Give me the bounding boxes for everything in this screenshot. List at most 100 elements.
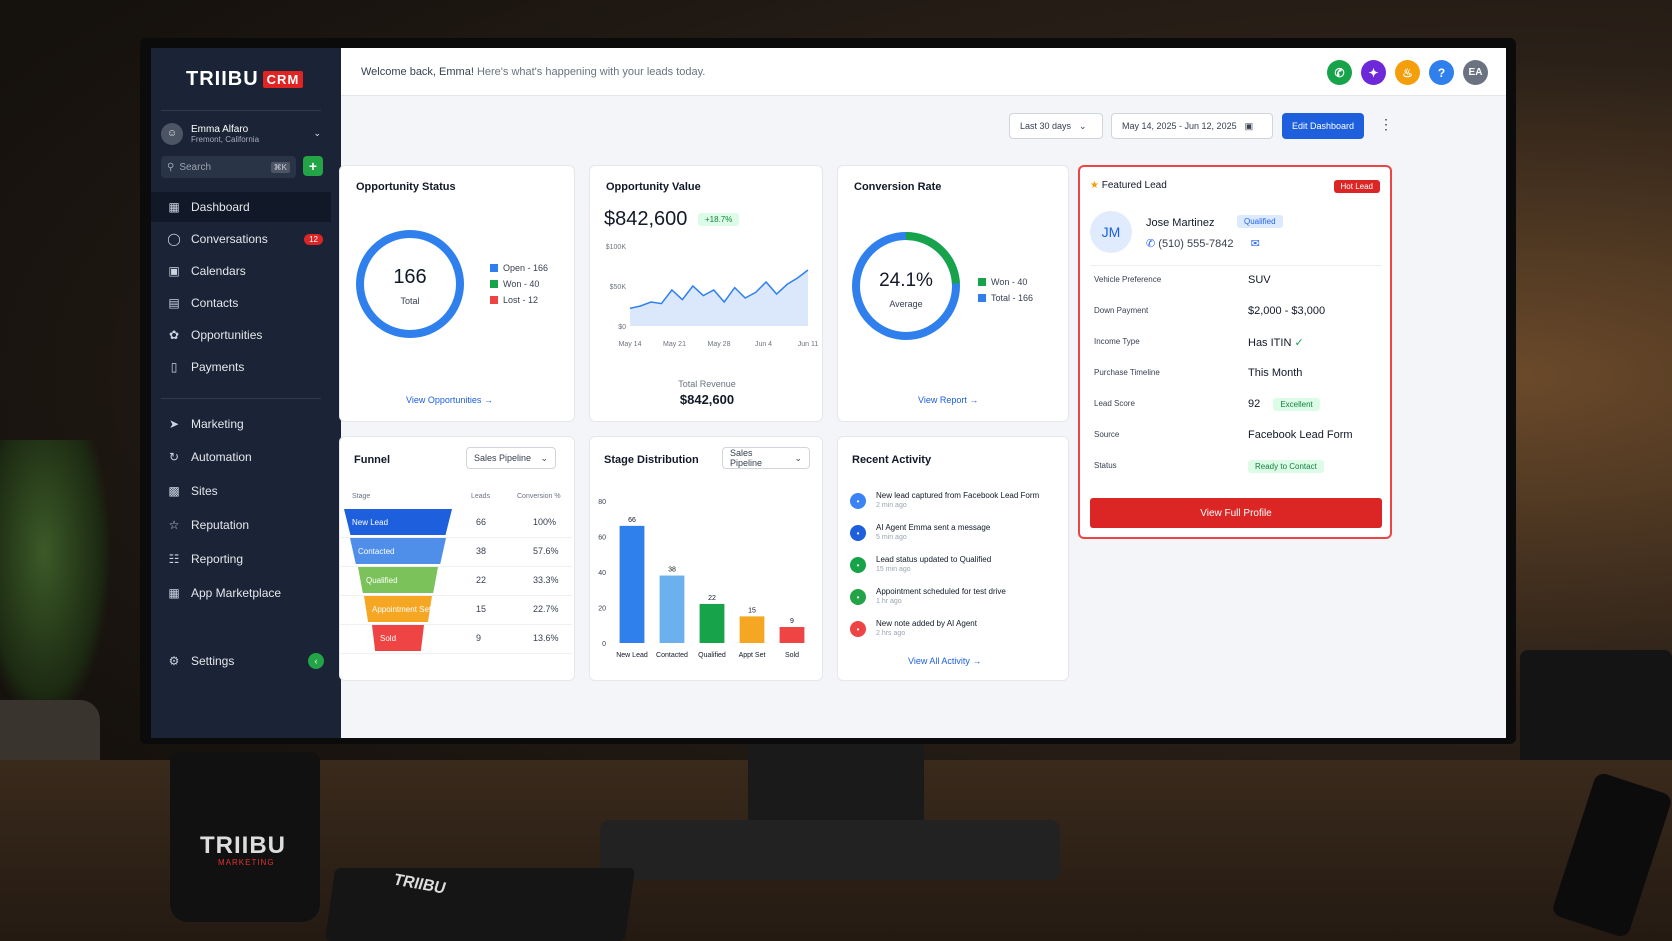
funnel-leads: 66 [476,517,487,527]
activity-text: AI Agent Emma sent a message [876,523,991,532]
activity-icon: • [850,589,866,605]
sidebar-item-sites[interactable]: ▩ Sites [151,476,331,506]
search-shortcut: ⌘K [270,161,290,173]
funnel-leads: 22 [476,575,487,585]
arrow-right-icon: → [972,656,982,666]
arrow-right-icon: → [969,395,979,405]
brand-name: TRIIBU [186,68,259,90]
calendar-icon: ▣ [168,264,180,278]
send-icon: ➤ [168,417,180,431]
conversion-legend: Won - 40 Total - 166 [978,274,1033,306]
legend-lost: Lost - 12 [490,292,548,308]
score-tag: Excellent [1273,398,1320,411]
sidebar-item-settings[interactable]: ⚙ Settings [151,646,331,676]
lead-row-status: Status Ready to Contact [1080,452,1372,483]
phone-icon[interactable]: ✆ [1327,60,1352,85]
stage-pipeline-select[interactable]: Sales Pipeline ⌄ [722,447,810,469]
conversion-label: Average [889,299,923,309]
activity-item[interactable]: • Lead status updated to Qualified 15 min … [850,555,1060,585]
user-location: Fremont, California [191,134,260,144]
opportunities-icon: ✿ [168,328,180,342]
line-area [630,270,808,326]
star-icon: ☆ [168,518,180,532]
y-tick-label: 0 [602,641,606,648]
activity-text: Appointment scheduled for test drive [876,587,1006,596]
activity-time: 1 hr ago [876,598,902,605]
sites-icon: ▩ [168,484,180,498]
x-tick-label: Jun 4 [755,341,772,348]
brand-logo[interactable]: TRIIBU CRM [186,68,304,91]
sidebar-item-conversations[interactable]: ◯ Conversations 12 [151,224,331,254]
sidebar-item-label: Payments [191,360,245,374]
activity-icon: • [850,525,866,541]
sidebar-item-label: Contacts [191,296,239,310]
message-icon[interactable]: ✉ [1251,238,1260,250]
sidebar-item-marketing[interactable]: ➤ Marketing [151,409,331,439]
x-tick-label: Contacted [656,652,688,659]
add-button[interactable]: + [303,156,323,176]
more-options-icon[interactable]: ⋮ [1379,116,1393,133]
sidebar-item-app-marketplace[interactable]: ▦ App Marketplace [151,578,331,608]
view-report-link[interactable]: View Report → [918,395,978,405]
welcome-text: Welcome back, Emma! Here's what's happen… [361,66,705,78]
sidebar-item-opportunities[interactable]: ✿ Opportunities [151,320,331,350]
activity-text: Lead status updated to Qualified [876,555,992,564]
sidebar-item-contacts[interactable]: ▤ Contacts [151,288,331,318]
collapse-sidebar-button[interactable]: ‹ [308,653,324,669]
sidebar-item-reporting[interactable]: ☷ Reporting [151,544,331,574]
activity-item[interactable]: • Appointment scheduled for test drive 1 h… [850,587,1060,617]
sidebar-item-automation[interactable]: ↻ Automation [151,442,331,472]
legend-open: Open - 166 [490,260,548,276]
help-icon[interactable]: ? [1429,60,1454,85]
funnel-card: Funnel Sales Pipeline ⌄ Stage Leads Conve… [339,436,575,681]
view-all-activity-link[interactable]: View All Activity → [908,656,981,666]
welcome-greeting: Welcome back, Emma! [361,66,474,78]
view-full-profile-button[interactable]: View Full Profile [1090,498,1382,528]
activity-time: 2 min ago [876,502,907,509]
date-range-select[interactable]: Last 30 days ⌄ [1009,113,1103,139]
ai-sparkle-icon[interactable]: ✦ [1361,60,1386,85]
activity-item[interactable]: • AI Agent Emma sent a message 5 min ago [850,523,1060,553]
edit-dashboard-button[interactable]: Edit Dashboard [1282,113,1364,139]
sidebar: TRIIBU CRM ☺ Emma Alfaro Fremont, Californ… [151,48,341,738]
y-tick-label: 40 [598,570,606,577]
x-tick-label: Appt Set [739,652,766,659]
sidebar-item-payments[interactable]: ▯ Payments [151,352,331,382]
sidebar-item-reputation[interactable]: ☆ Reputation [151,510,331,540]
stage-distribution-card: Stage Distribution Sales Pipeline ⌄ 80 60 4… [589,436,823,681]
lead-phone[interactable]: ✆ (510) 555-7842 ✉ [1146,237,1260,250]
funnel-pct: 33.3% [533,575,559,585]
y-tick-label: 20 [598,606,606,613]
card-title: Funnel [354,454,391,466]
star-icon: ★ [1090,180,1099,191]
activity-item[interactable]: • New lead captured from Facebook Lead Fo… [850,491,1060,521]
search-input[interactable]: ⚲ Search ⌘K [161,156,296,178]
activity-item[interactable]: • New note added by AI Agent 2 hrs ago [850,619,1060,649]
funnel-band: New Lead [344,509,452,535]
phone-icon: ✆ [1146,238,1156,250]
bell-icon[interactable]: ♨ [1395,60,1420,85]
bar [699,603,725,643]
opportunity-status-card: Opportunity Status 166 Total Open - 166 … [339,165,575,422]
activity-time: 2 hrs ago [876,630,906,637]
chevron-down-icon: ⌄ [1079,120,1087,131]
sidebar-item-dashboard[interactable]: ▦ Dashboard [151,192,331,222]
card-title: Recent Activity [852,454,932,466]
sidebar-item-label: Settings [191,654,235,668]
lead-row-vehicle: Vehicle Preference SUV [1094,274,1271,286]
topbar: Welcome back, Emma! Here's what's happen… [341,48,1506,96]
date-picker[interactable]: May 14, 2025 - Jun 12, 2025 ▣ [1111,113,1273,139]
view-opportunities-link[interactable]: View Opportunities → [406,395,493,405]
funnel-row: Contacted 38 57.6% [340,538,572,567]
funnel-pipeline-select[interactable]: Sales Pipeline ⌄ [466,447,556,469]
avatar[interactable]: EA [1463,60,1488,85]
user-switcher[interactable]: ☺ Emma Alfaro Fremont, California ⌄ [161,110,321,150]
y-tick-label: $100K [606,244,627,251]
sidebar-item-label: Opportunities [191,328,263,342]
funnel-row: New Lead 66 100% [340,509,572,538]
sidebar-item-label: App Marketplace [191,586,282,600]
activity-time: 15 min ago [876,566,911,573]
sidebar-item-calendars[interactable]: ▣ Calendars [151,256,331,286]
x-tick-label: Jun 11 [798,341,819,348]
funnel-leads: 38 [476,546,487,556]
